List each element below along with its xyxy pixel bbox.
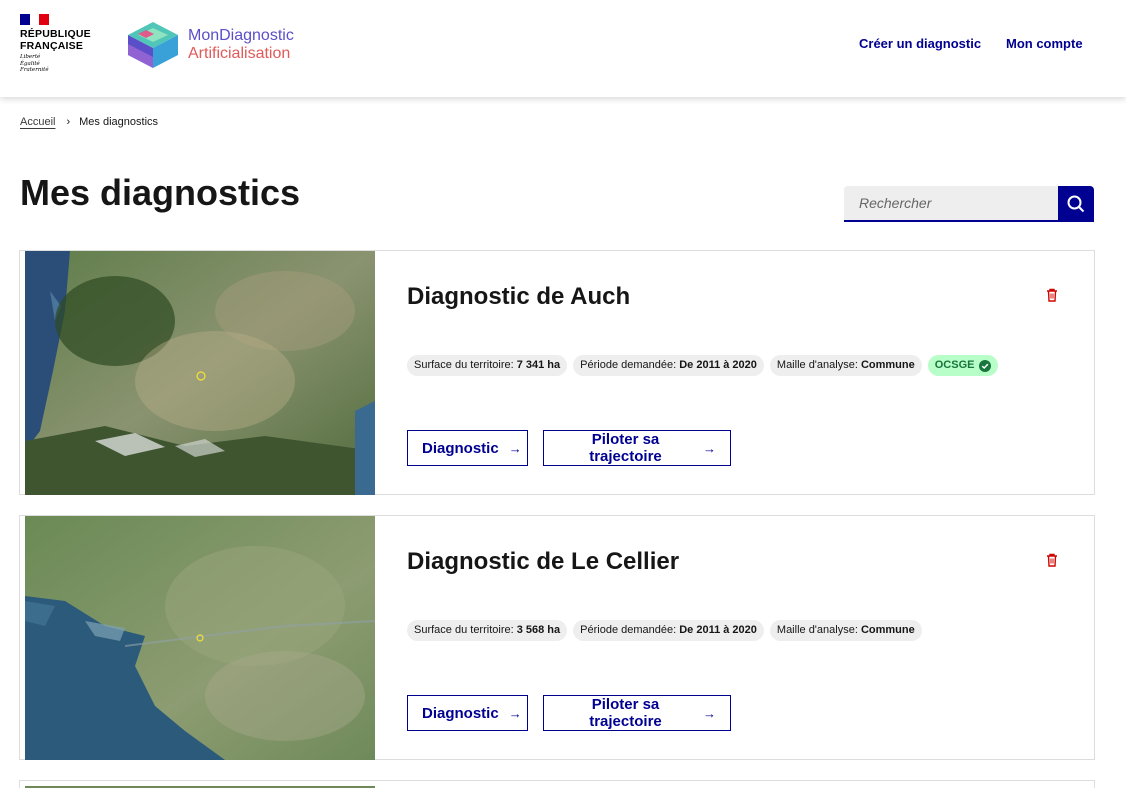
app-logo-icon[interactable] (124, 20, 182, 70)
search-button[interactable] (1058, 186, 1094, 222)
republique-francaise-logo[interactable]: RÉPUBLIQUE FRANÇAISE Liberté Égalité Fra… (20, 14, 91, 74)
surface-badge: Surface du territoire: 3 568 ha (407, 620, 568, 641)
card-title: Diagnostic de Auch (407, 283, 631, 310)
mesh-badge: Maille d'analyse: Commune (769, 355, 922, 376)
mesh-badge: Maille d'analyse: Commune (769, 620, 922, 641)
card-title: Diagnostic de Le Cellier (407, 548, 680, 575)
breadcrumb-current: Mes diagnostics (79, 116, 159, 128)
arrow-right-icon: → (703, 705, 716, 721)
search-icon (1067, 195, 1085, 213)
nav-my-account[interactable]: Mon compte (1006, 36, 1083, 51)
arrow-right-icon: → (508, 705, 522, 721)
site-header: RÉPUBLIQUE FRANÇAISE Liberté Égalité Fra… (0, 0, 1126, 97)
republic-name: RÉPUBLIQUE FRANÇAISE (20, 28, 91, 52)
diagnostic-card: Diagnostic de Le Cellier Surface du terr… (19, 515, 1095, 760)
diagnostic-button[interactable]: Diagnostic → (407, 695, 528, 731)
breadcrumb-home-link[interactable]: Accueil (20, 116, 55, 128)
trash-icon[interactable] (1044, 287, 1060, 303)
arrow-right-icon: → (508, 440, 522, 456)
app-name[interactable]: MonDiagnostic Artificialisation (188, 27, 294, 63)
chevron-right-icon: › (66, 116, 71, 128)
arrow-right-icon: → (703, 440, 716, 456)
french-flag-icon (20, 14, 50, 25)
period-badge: Période demandée: De 2011 à 2020 (573, 355, 764, 376)
badge-list: Surface du territoire: 7 341 ha Période … (407, 355, 999, 376)
pilot-trajectory-button[interactable]: Piloter sa trajectoire → (543, 695, 731, 731)
satellite-map-image (25, 516, 375, 760)
page-title: Mes diagnostics (20, 172, 301, 213)
ocsge-badge: OCSGE (927, 355, 999, 376)
diagnostic-button[interactable]: Diagnostic → (407, 430, 528, 466)
pilot-trajectory-button[interactable]: Piloter sa trajectoire → (543, 430, 731, 466)
satellite-map-image (25, 251, 375, 495)
search-bar (844, 186, 1094, 222)
diagnostic-card (19, 780, 1095, 788)
diagnostic-card: Diagnostic de Auch Surface du territoire… (19, 250, 1095, 495)
republic-motto: Liberté Égalité Fraternité (20, 54, 49, 73)
badge-list: Surface du territoire: 3 568 ha Période … (407, 620, 922, 641)
check-circle-icon (979, 359, 992, 372)
search-input[interactable] (844, 186, 1058, 222)
nav-create-diagnostic[interactable]: Créer un diagnostic (859, 36, 981, 51)
surface-badge: Surface du territoire: 7 341 ha (407, 355, 568, 376)
breadcrumb: Accueil › Mes diagnostics (20, 116, 158, 128)
trash-icon[interactable] (1044, 552, 1060, 568)
period-badge: Période demandée: De 2011 à 2020 (573, 620, 764, 641)
satellite-map-image (25, 781, 375, 788)
